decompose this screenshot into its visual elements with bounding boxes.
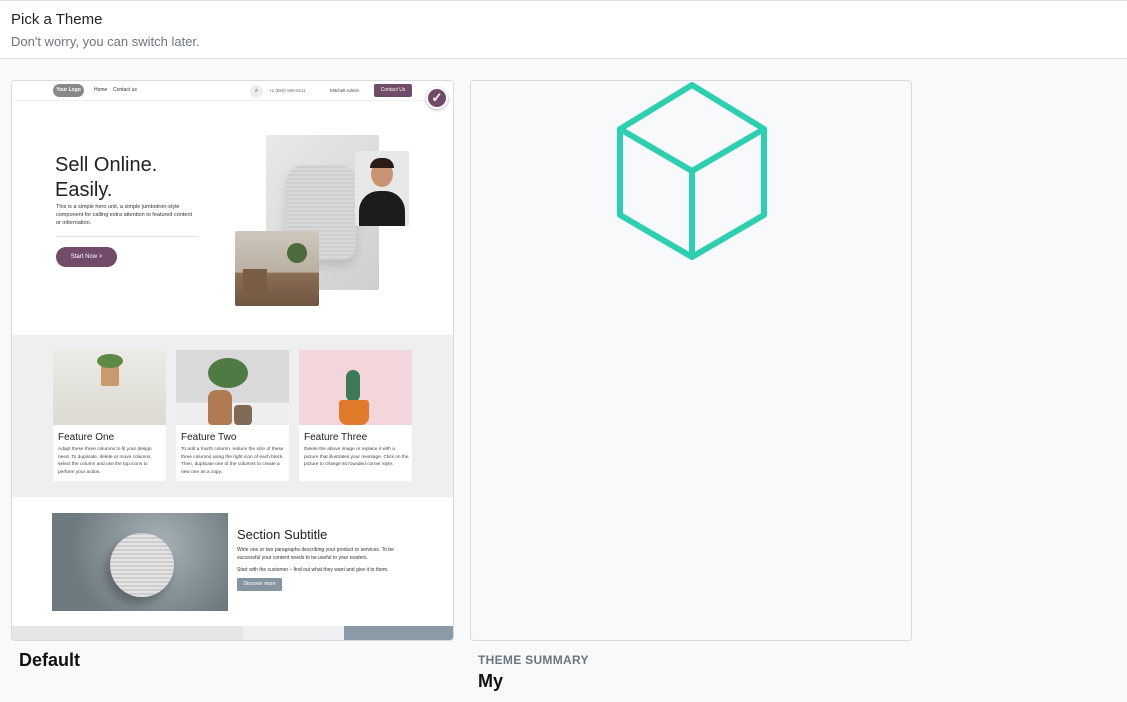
preview-navbar: Your Logo Home Contact us ⌕ +1 (650) 555… xyxy=(12,81,453,101)
preview-feature-card: Feature One Adapt these three columns to… xyxy=(53,350,166,481)
preview-nav-home: Home xyxy=(94,87,108,93)
preview-section-text: Write one or two paragraphs describing y… xyxy=(237,547,394,561)
preview-feature-title: Feature Two xyxy=(181,432,237,443)
theme-name-default[interactable]: Default xyxy=(19,650,80,671)
preview-section-image xyxy=(52,513,228,611)
preview-hero-title-line1: Sell Online. xyxy=(55,154,158,176)
preview-feature-card: Feature Three Delete the above image or … xyxy=(299,350,412,481)
preview-section-title: Section Subtitle xyxy=(237,527,328,542)
search-icon: ⌕ xyxy=(250,85,263,98)
check-icon: ✓ xyxy=(426,87,448,109)
preview-features-section: Feature One Adapt these three columns to… xyxy=(12,335,453,497)
preview-nav-contact: Contact us xyxy=(113,87,137,93)
preview-section-text: Start with the customer – find out what … xyxy=(237,567,389,573)
preview-phone: +1 (650) 555-0111 xyxy=(269,88,306,93)
preview-feature-card: Feature Two To add a fourth column, redu… xyxy=(176,350,289,481)
preview-person-image xyxy=(355,151,409,226)
preview-room-image xyxy=(235,231,319,306)
preview-hero-title: Sell Online. Easily. xyxy=(55,153,157,203)
page-title: Pick a Theme xyxy=(11,11,103,28)
preview-feature-text: To add a fourth column, reduce the size … xyxy=(181,447,284,475)
theme-card-my[interactable] xyxy=(470,80,912,641)
page-subtitle: Don't worry, you can switch later. xyxy=(11,34,200,49)
cube-icon xyxy=(617,82,767,260)
theme-name-my[interactable]: My xyxy=(478,671,503,692)
preview-feature-title: Feature One xyxy=(58,432,115,443)
preview-footer-strip xyxy=(12,626,453,640)
preview-feature-text: Adapt these three columns to fit your de… xyxy=(58,447,152,475)
preview-feature-title: Feature Three xyxy=(304,432,368,443)
preview-hero-button: Start Now > xyxy=(56,247,117,267)
preview-contact-button: Contact Us xyxy=(374,84,412,97)
preview-hero-text: This is a simple hero unit, a simple jum… xyxy=(56,204,193,226)
preview-feature-text: Delete the above image or replace it wit… xyxy=(304,447,409,467)
preview-divider xyxy=(56,236,198,237)
preview-feature-image xyxy=(299,350,412,425)
preview-section-button: Discover more xyxy=(237,578,282,591)
preview-logo: Your Logo xyxy=(53,84,84,97)
page-header: Pick a Theme Don't worry, you can switch… xyxy=(0,0,1127,59)
theme-card-default[interactable]: Your Logo Home Contact us ⌕ +1 (650) 555… xyxy=(11,80,454,641)
preview-hero-title-line2: Easily. xyxy=(55,179,113,201)
preview-feature-image xyxy=(176,350,289,425)
preview-feature-image xyxy=(53,350,166,425)
preview-user: Mitchell Admin xyxy=(330,88,360,93)
theme-summary-label: THEME SUMMARY xyxy=(478,653,589,667)
